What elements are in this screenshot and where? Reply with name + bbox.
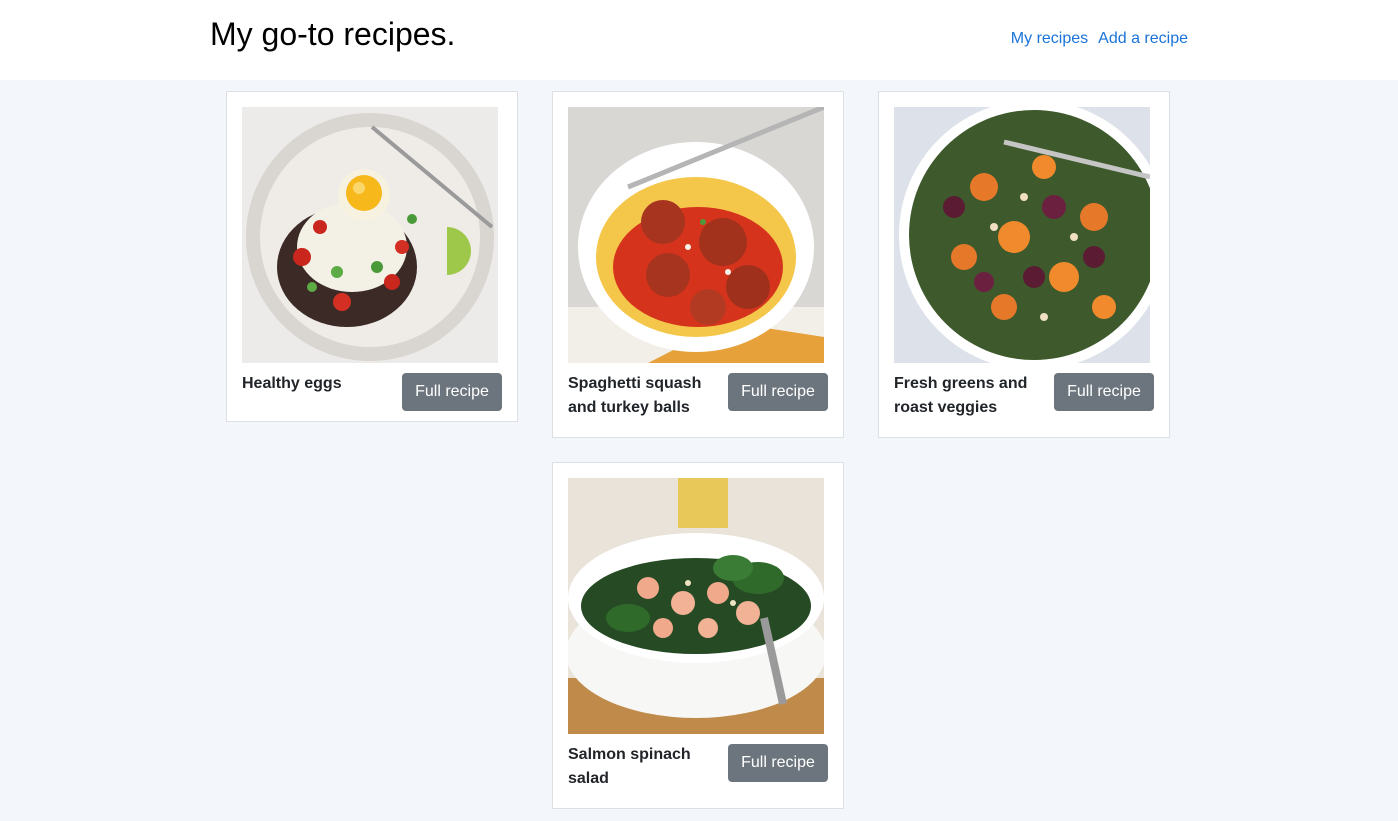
veggie-salad-image <box>894 107 1150 363</box>
recipe-image[interactable] <box>894 107 1150 363</box>
recipe-image[interactable] <box>242 107 498 363</box>
full-recipe-button[interactable]: Full recipe <box>728 744 828 782</box>
site-title: My go-to recipes. <box>210 16 456 52</box>
recipe-title: Spaghetti squash and turkey balls <box>568 375 702 416</box>
full-recipe-button[interactable]: Full recipe <box>402 373 502 411</box>
recipe-card: Healthy eggs Full recipe <box>226 91 518 422</box>
nav-my-recipes[interactable]: My recipes <box>1011 30 1088 48</box>
full-recipe-button[interactable]: Full recipe <box>1054 373 1154 411</box>
nav-add-recipe[interactable]: Add a recipe <box>1098 30 1188 48</box>
eggs-plate-image <box>242 107 498 363</box>
recipe-image[interactable] <box>568 478 824 734</box>
recipe-card: Spaghetti squash and turkey balls Full r… <box>552 91 844 438</box>
full-recipe-button[interactable]: Full recipe <box>728 373 828 411</box>
recipe-card: Fresh greens and roast veggies Full reci… <box>878 91 1170 438</box>
recipe-title: Salmon spinach salad <box>568 746 691 787</box>
top-nav: My recipes Add a recipe <box>1011 30 1188 48</box>
site-header: My go-to recipes. My recipes Add a recip… <box>0 0 1398 80</box>
recipe-title: Healthy eggs <box>242 375 342 392</box>
meatballs-bowl-image <box>568 107 824 363</box>
recipe-image[interactable] <box>568 107 824 363</box>
recipe-title: Fresh greens and roast veggies <box>894 375 1028 416</box>
salmon-salad-image <box>568 478 824 734</box>
recipe-card: Salmon spinach salad Full recipe <box>552 462 844 809</box>
